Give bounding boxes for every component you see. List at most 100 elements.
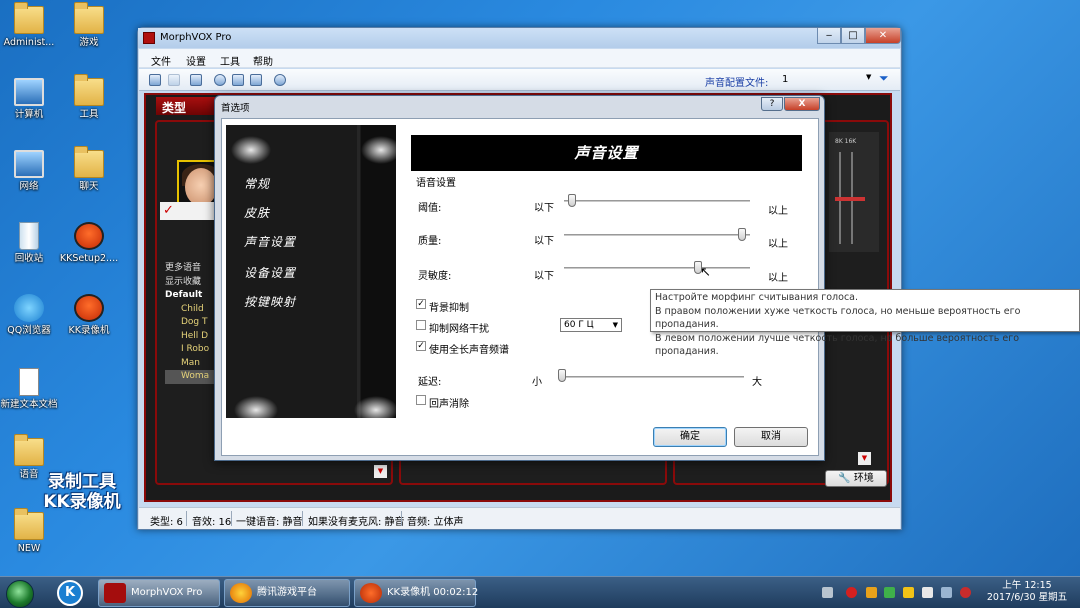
- profile-label: 声音配置文件:: [705, 78, 769, 89]
- tray-icon-4[interactable]: [884, 587, 895, 598]
- nav-sound-settings[interactable]: 声音设置: [244, 233, 296, 250]
- status-audio: 音频: 立体声: [407, 517, 464, 528]
- desktop-icon-kksetup[interactable]: KKSetup2....: [58, 222, 120, 264]
- status-sounds: 音效: 16: [192, 517, 232, 528]
- desktop-icon-chat[interactable]: 聊天: [58, 146, 120, 192]
- chevron-down-icon[interactable]: ▼: [866, 73, 871, 81]
- graph-icon[interactable]: [232, 74, 244, 86]
- threshold-slider[interactable]: [567, 194, 576, 207]
- list-item[interactable]: I Robo: [165, 343, 219, 357]
- taskbar-morphvox[interactable]: MorphVOX Pro: [98, 579, 220, 607]
- dialog-help-button[interactable]: ?: [761, 97, 783, 111]
- quality-low-label: 以下: [534, 236, 554, 247]
- nav-key-mapping[interactable]: 按键映射: [244, 293, 296, 310]
- hum-suppress-checkbox[interactable]: [416, 320, 426, 330]
- quality-high-label: 以上: [768, 239, 788, 250]
- echo-cancel-checkbox[interactable]: [416, 395, 426, 405]
- desktop-icon-new-text[interactable]: 新建文本文档: [0, 368, 60, 410]
- tray-icon-8[interactable]: [960, 587, 971, 598]
- folder-icon: [14, 508, 44, 540]
- dialog-title: 首选项: [221, 103, 250, 114]
- system-clock[interactable]: 上午 12:15 2017/6/30 星期五: [984, 580, 1070, 604]
- save-icon[interactable]: [149, 74, 161, 86]
- latency-track: [558, 376, 744, 378]
- bg-suppress-checkbox[interactable]: ✓: [416, 299, 426, 309]
- desktop-icon-recycle-bin[interactable]: 回收站: [0, 222, 60, 264]
- sensitivity-track: [564, 267, 750, 269]
- list-item[interactable]: 显示收藏: [165, 276, 219, 290]
- kk-quicklaunch-icon[interactable]: K: [57, 580, 83, 606]
- title-bar[interactable]: MorphVOX Pro ‒ □ ✕: [138, 28, 901, 48]
- echo-cancel-label: 回声消除: [429, 399, 469, 410]
- close-button[interactable]: ✕: [865, 28, 901, 44]
- quality-slider[interactable]: [738, 228, 747, 241]
- menu-bar: 文件 设置 工具 帮助: [139, 49, 900, 68]
- desktop-icon-qq-browser[interactable]: QQ浏览器: [0, 294, 60, 336]
- list-item[interactable]: Dog T: [165, 316, 219, 330]
- list-item[interactable]: Child: [165, 303, 219, 317]
- kk-recorder-icon: [74, 294, 104, 322]
- menu-help[interactable]: 帮助: [253, 53, 273, 68]
- tray-icon-7[interactable]: [941, 587, 952, 598]
- threshold-low-label: 以下: [534, 203, 554, 214]
- folder-icon: [74, 146, 104, 178]
- full-spectrum-label: 使用全长声音频谱: [429, 345, 509, 356]
- menu-tools[interactable]: 工具: [220, 53, 240, 68]
- dialog-content: 常规 皮肤 声音设置 设备设置 按键映射 声音设置 语音设置 阈值: 以下 以上…: [221, 118, 819, 456]
- desktop-icon-administrator[interactable]: Administ...: [0, 2, 60, 48]
- menu-file[interactable]: 文件: [151, 53, 171, 68]
- taskbar-tencent-games[interactable]: 腾讯游戏平台: [224, 579, 350, 607]
- dialog-close-button[interactable]: X: [784, 97, 820, 111]
- latency-label: 延迟:: [418, 377, 442, 388]
- desktop-icon-games[interactable]: 游戏: [58, 2, 120, 48]
- ok-button[interactable]: 确定: [653, 427, 727, 447]
- check-icon[interactable]: ✓: [160, 202, 218, 220]
- tray-icon-1[interactable]: [822, 587, 833, 598]
- list-item[interactable]: Default: [165, 289, 219, 303]
- environment-button[interactable]: 🔧 环境: [825, 470, 887, 487]
- list-item[interactable]: Man: [165, 357, 219, 371]
- menu-settings[interactable]: 设置: [186, 53, 206, 68]
- tray-icon-5[interactable]: [903, 587, 914, 598]
- tray-icon-3[interactable]: [866, 587, 877, 598]
- list-item[interactable]: Woma: [165, 370, 219, 384]
- profile-select[interactable]: 1: [782, 74, 870, 85]
- minimize-button[interactable]: ‒: [817, 28, 841, 44]
- folder-icon: [74, 2, 104, 34]
- nav-general[interactable]: 常规: [244, 175, 270, 192]
- app-icon: [143, 32, 155, 44]
- hum-frequency-select[interactable]: 60 Г Ц ▼: [560, 318, 622, 332]
- tray-icon-6[interactable]: [922, 587, 933, 598]
- scroll-down-icon[interactable]: ▼: [858, 452, 871, 465]
- recycle-bin-icon: [19, 222, 39, 250]
- sensitivity-low-label: 以下: [534, 271, 554, 282]
- help-icon[interactable]: [274, 74, 286, 86]
- list-item[interactable]: 更多语音: [165, 262, 219, 276]
- record-icon[interactable]: [190, 74, 202, 86]
- threshold-high-label: 以上: [768, 206, 788, 217]
- timer-icon[interactable]: [214, 74, 226, 86]
- maximize-button[interactable]: □: [841, 28, 865, 44]
- nav-skin[interactable]: 皮肤: [244, 204, 270, 221]
- tray-icon-2[interactable]: [846, 587, 857, 598]
- desktop-icon-new[interactable]: NEW: [0, 508, 60, 554]
- filter-icon[interactable]: ⏷: [879, 71, 889, 86]
- desktop-icon-computer[interactable]: 计算机: [0, 78, 60, 120]
- desktop-icon-tools[interactable]: 工具: [58, 74, 120, 120]
- tencent-games-icon: [230, 583, 252, 603]
- hum-suppress-label: 抑制网络干扰: [429, 324, 489, 335]
- tuner-icon[interactable]: [250, 74, 262, 86]
- text-file-icon: [19, 368, 39, 396]
- cancel-button[interactable]: 取消: [734, 427, 808, 447]
- desktop-icon-network[interactable]: 网络: [0, 150, 60, 192]
- nav-device-settings[interactable]: 设备设置: [244, 264, 296, 281]
- full-spectrum-checkbox[interactable]: ✓: [416, 341, 426, 351]
- status-bar: 类型: 6 音效: 16 一键语音: 静音 如果没有麦克风: 静音 音频: 立体…: [139, 507, 900, 529]
- scroll-down-icon[interactable]: ▼: [374, 465, 387, 478]
- desktop-icon-kk-recorder[interactable]: KK录像机: [58, 294, 120, 336]
- sensitivity-tooltip: Настройте морфинг считывания голоса. В п…: [650, 289, 1080, 357]
- start-button[interactable]: [6, 580, 34, 608]
- taskbar-kk-recorder[interactable]: KK录像机 00:02:12: [354, 579, 478, 607]
- list-item[interactable]: Hell D: [165, 330, 219, 344]
- latency-slider[interactable]: [558, 369, 566, 382]
